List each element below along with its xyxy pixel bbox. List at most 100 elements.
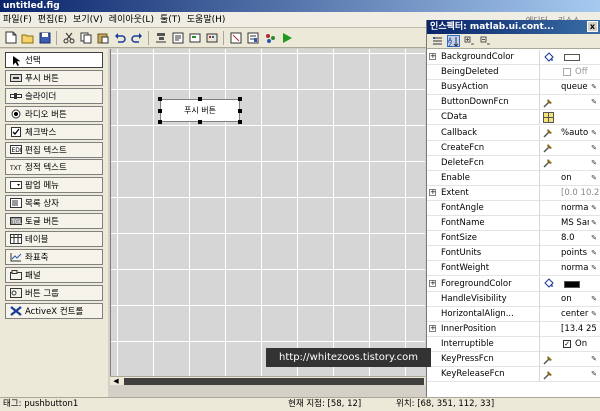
property-value[interactable]: center	[561, 308, 589, 321]
resize-handle[interactable]	[238, 97, 242, 101]
cut-icon[interactable]	[60, 29, 77, 46]
edit-pencil-icon[interactable]: ✎	[591, 247, 597, 260]
palette-item-popup-menu[interactable]: 팝업 메뉴	[5, 177, 103, 194]
property-row[interactable]: Callback %automatic✎	[427, 125, 600, 141]
resize-handle[interactable]	[198, 120, 202, 124]
redo-icon[interactable]	[128, 29, 145, 46]
object-browser-icon[interactable]	[261, 29, 278, 46]
color-swatch[interactable]	[564, 280, 580, 288]
close-icon[interactable]: x	[587, 21, 598, 32]
expand-plus-icon[interactable]: +	[429, 53, 436, 60]
expand-plus-icon[interactable]: +	[429, 188, 436, 196]
callback-editor-icon[interactable]	[541, 142, 555, 154]
property-row[interactable]: Interruptible ✓ On	[427, 336, 600, 352]
run-icon[interactable]	[278, 29, 295, 46]
property-value[interactable]: %automatic	[561, 127, 589, 140]
paste-icon[interactable]	[94, 29, 111, 46]
palette-item-button-group[interactable]: 버튼 그룹	[5, 284, 103, 301]
edit-pencil-icon[interactable]: ✎	[591, 96, 597, 109]
edit-pencil-icon[interactable]: ✎	[591, 172, 597, 185]
categorized-view-icon[interactable]	[431, 35, 444, 47]
palette-item-toggle-button[interactable]: TGL 토글 버튼	[5, 213, 103, 230]
property-value[interactable]: [0.0 10.2 1.3...	[561, 187, 599, 200]
edit-pencil-icon[interactable]: ✎	[591, 217, 597, 230]
expand-plus-icon[interactable]: +	[429, 279, 436, 287]
property-value[interactable]: on	[561, 293, 589, 306]
edit-pencil-icon[interactable]: ✎	[591, 293, 597, 306]
palette-item-push-button[interactable]: 푸시 버튼	[5, 69, 103, 86]
resize-handle[interactable]	[198, 97, 202, 101]
callback-editor-icon[interactable]	[541, 368, 555, 380]
palette-item-activex[interactable]: ActiveX 컨트롤	[5, 302, 103, 319]
scrollbar-thumb[interactable]	[124, 378, 424, 385]
paint-bucket-icon[interactable]	[541, 278, 555, 290]
property-row[interactable]: DeleteFcn ✎	[427, 155, 600, 171]
edit-pencil-icon[interactable]: ✎	[591, 202, 597, 215]
property-row[interactable]: HandleVisibility on ✎	[427, 291, 600, 307]
checkbox-icon[interactable]: ✓	[563, 339, 571, 348]
new-file-icon[interactable]	[2, 29, 19, 46]
paint-bucket-icon[interactable]	[541, 51, 555, 63]
edit-pencil-icon[interactable]: ✎	[591, 353, 597, 366]
edit-pencil-icon[interactable]: ✎	[591, 232, 597, 245]
callback-editor-icon[interactable]	[541, 127, 555, 139]
property-row[interactable]: + Extent [0.0 10.2 1.3...	[427, 185, 600, 201]
edit-pencil-icon[interactable]: ✎	[591, 81, 597, 94]
palette-item-table[interactable]: 테이블	[5, 231, 103, 247]
edit-pencil-icon[interactable]: ✎	[591, 157, 597, 170]
collapse-all-icon[interactable]	[479, 35, 492, 47]
property-row[interactable]: BusyAction queue ✎	[427, 80, 600, 96]
property-row[interactable]: FontUnits points ✎	[427, 246, 600, 262]
property-value[interactable]: normal	[561, 202, 589, 215]
menu-view[interactable]: 보기(V)	[70, 12, 106, 28]
palette-item-slider[interactable]: 슬라이더	[5, 87, 103, 104]
resize-handle[interactable]	[158, 120, 162, 124]
property-value[interactable]: normal	[561, 262, 589, 275]
canvas-push-button[interactable]: 푸시 버튼	[160, 99, 240, 122]
property-row[interactable]: HorizontalAlign... center ✎	[427, 306, 600, 322]
property-row[interactable]: + InnerPosition [13.4 25 22.4...	[427, 321, 600, 337]
expand-plus-icon[interactable]: +	[429, 324, 436, 332]
edit-pencil-icon[interactable]: ✎	[591, 142, 597, 155]
property-row[interactable]: Enable on ✎	[427, 170, 600, 186]
scroll-left-arrow-icon[interactable]: ◀	[111, 377, 121, 385]
property-row[interactable]: FontName MS Sans ...✎	[427, 216, 600, 232]
menu-help[interactable]: 도움말(H)	[184, 12, 229, 28]
color-swatch[interactable]	[564, 54, 580, 61]
canvas-horizontal-scrollbar[interactable]: ◀	[110, 376, 425, 385]
menu-editor-icon[interactable]	[169, 29, 186, 46]
callback-editor-icon[interactable]	[541, 353, 555, 365]
property-row[interactable]: CreateFcn ✎	[427, 140, 600, 156]
menu-layout[interactable]: 레이아웃(L)	[106, 12, 157, 28]
copy-icon[interactable]	[77, 29, 94, 46]
checkbox-icon[interactable]	[563, 68, 571, 77]
palette-item-arrow-cursor[interactable]: 선택	[5, 52, 103, 68]
edit-pencil-icon[interactable]: ✎	[591, 308, 597, 321]
property-row[interactable]: KeyReleaseFcn ✎	[427, 367, 600, 383]
property-value[interactable]: MS Sans ...	[561, 217, 589, 230]
tab-order-icon[interactable]	[186, 29, 203, 46]
alphabetical-sort-icon[interactable]: AZ	[447, 35, 460, 47]
toolbar-editor-icon[interactable]	[203, 29, 220, 46]
m-file-editor-icon[interactable]	[227, 29, 244, 46]
save-icon[interactable]	[36, 29, 53, 46]
edit-pencil-icon[interactable]: ✎	[591, 127, 597, 140]
palette-item-panel[interactable]: 패널	[5, 266, 103, 283]
resize-handle[interactable]	[158, 97, 162, 101]
open-folder-icon[interactable]	[19, 29, 36, 46]
property-row[interactable]: FontWeight normal ✎	[427, 261, 600, 277]
palette-item-axes[interactable]: 좌표축	[5, 248, 103, 265]
align-objects-icon[interactable]	[152, 29, 169, 46]
property-row[interactable]: + BackgroundColor	[427, 50, 600, 65]
property-row[interactable]: FontSize 8.0 ✎	[427, 231, 600, 247]
property-value[interactable]: 8.0	[561, 232, 589, 245]
grid-editor-icon[interactable]	[541, 111, 555, 123]
property-value[interactable]: [13.4 25 22.4...	[561, 323, 599, 336]
palette-item-edit-text[interactable]: EDIT편집 텍스트	[5, 141, 103, 158]
property-value[interactable]: queue	[561, 81, 589, 94]
palette-item-listbox[interactable]: 목록 상자	[5, 195, 103, 212]
property-row[interactable]: ButtonDownFcn ✎	[427, 95, 600, 111]
property-row[interactable]: KeyPressFcn ✎	[427, 352, 600, 367]
property-inspector-icon[interactable]	[244, 29, 261, 46]
property-value[interactable]: points	[561, 247, 589, 260]
